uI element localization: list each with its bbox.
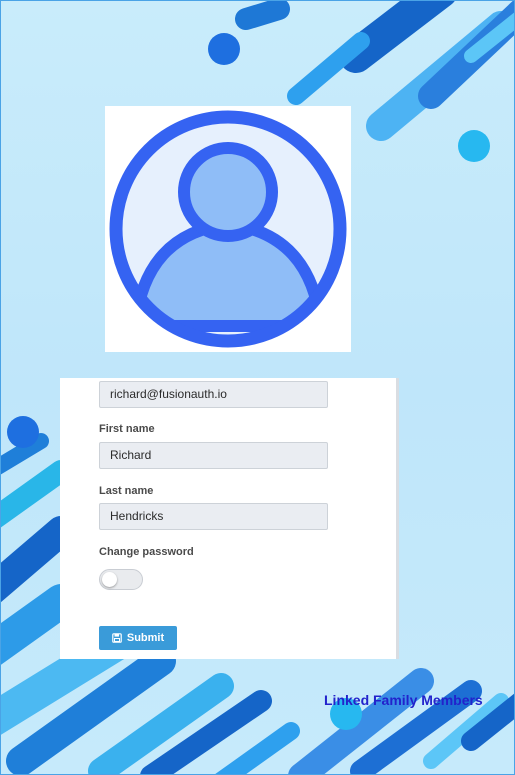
profile-avatar <box>105 106 351 352</box>
submit-label: Submit <box>126 632 165 644</box>
toggle-knob <box>102 572 117 587</box>
app-frame: richard@fusionauth.io First name Richard… <box>0 0 515 775</box>
change-password-toggle[interactable] <box>99 569 143 590</box>
profile-form: richard@fusionauth.io First name Richard… <box>60 378 399 659</box>
first-name-field[interactable]: Richard <box>99 442 328 469</box>
change-password-label: Change password <box>99 546 194 558</box>
linked-family-members-link[interactable]: Linked Family Members <box>324 692 483 708</box>
email-field[interactable]: richard@fusionauth.io <box>99 381 328 408</box>
last-name-label: Last name <box>99 485 154 497</box>
submit-button[interactable]: Submit <box>99 626 177 650</box>
save-icon <box>112 633 122 643</box>
last-name-field[interactable]: Hendricks <box>99 503 328 530</box>
user-avatar-icon <box>109 110 347 348</box>
first-name-label: First name <box>99 423 155 435</box>
